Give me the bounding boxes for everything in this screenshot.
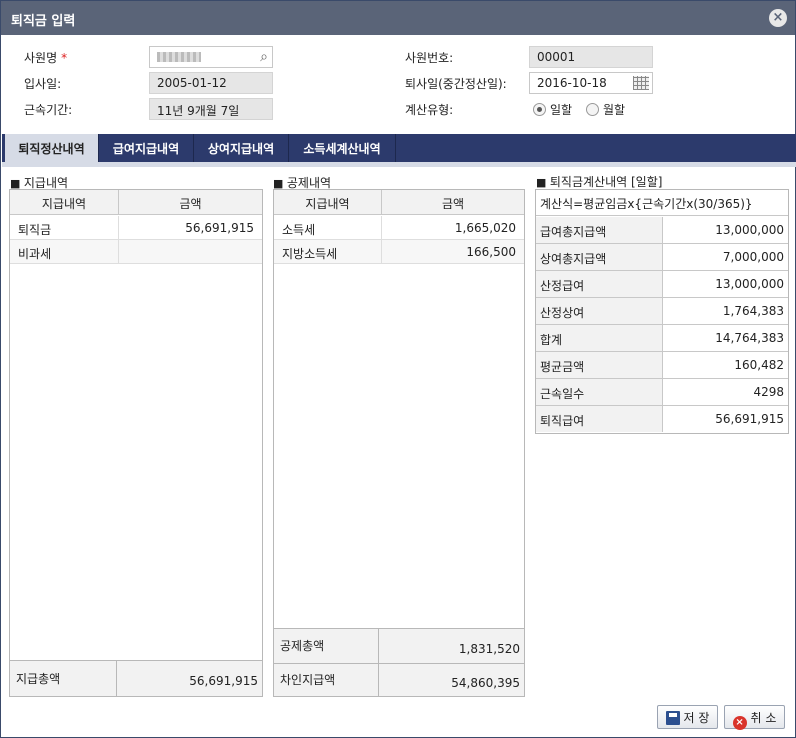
calc-row: 산정급여 13,000,000 xyxy=(536,271,788,298)
calc-row-label: 합계 xyxy=(536,325,663,351)
calc-row-value: 7,000,000 xyxy=(722,250,784,264)
calc-row-label: 급여총지급액 xyxy=(536,217,663,243)
calc-row-value: 13,000,000 xyxy=(715,223,784,237)
tab-retirement-settlement[interactable]: 퇴직정산내역 xyxy=(5,134,99,162)
calc-row: 상여총지급액 7,000,000 xyxy=(536,244,788,271)
deductions-total-value: 1,831,520 xyxy=(458,642,520,656)
calc-row-value: 160,482 xyxy=(734,358,784,372)
tab-bonus-payments[interactable]: 상여지급내역 xyxy=(194,134,289,162)
deductions-row-amount: 1,665,020 xyxy=(381,216,524,240)
calc-row: 평균금액 160,482 xyxy=(536,352,788,379)
retire-date-value: 2016-10-18 xyxy=(537,76,607,90)
calc-row-value: 56,691,915 xyxy=(715,412,784,426)
payments-total-value: 56,691,915 xyxy=(189,674,258,688)
calculation-panel: 계산식=평균임금x{근속기간x(30/365)} 급여총지급액 13,000,0… xyxy=(535,189,789,434)
calc-row: 퇴직급여 56,691,915 xyxy=(536,406,788,433)
cancel-button[interactable]: × 취 소 xyxy=(724,705,785,730)
calc-type-monthly-radio[interactable]: 월할 xyxy=(586,101,625,118)
employee-name-label: 사원명 * xyxy=(24,49,67,66)
deductions-panel: 지급내역 금액 소득세 1,665,020 지방소득세 166,500 공제총액… xyxy=(273,189,525,697)
calc-type-daily-radio[interactable]: 일할 xyxy=(533,101,572,118)
service-period-label: 근속기간: xyxy=(24,103,73,117)
close-icon[interactable]: × xyxy=(769,9,787,27)
cancel-button-label: 취 소 xyxy=(750,711,777,725)
calc-row-label: 근속일수 xyxy=(536,379,663,405)
calc-row-value: 1,764,383 xyxy=(722,304,784,318)
payments-panel: 지급내역 금액 퇴직금 56,691,915 비과세 지급총액 56,691,9… xyxy=(9,189,263,697)
save-button-label: 저 장 xyxy=(683,711,710,725)
required-mark: * xyxy=(61,51,68,65)
save-button[interactable]: 저 장 xyxy=(657,705,718,729)
payments-header-item: 지급내역 xyxy=(10,190,118,215)
calculation-formula: 계산식=평균임금x{근속기간x(30/365)} xyxy=(536,190,788,216)
net-pay-label: 차인지급액 xyxy=(280,673,336,687)
calc-row: 산정상여 1,764,383 xyxy=(536,298,788,325)
deductions-row-name: 지방소득세 xyxy=(274,240,381,264)
retirement-pay-dialog: 퇴직금 입력 × 사원명 * ⌕ 사원번호: 00001 입사일: 2005-01… xyxy=(0,0,796,738)
deductions-header-item: 지급내역 xyxy=(274,190,381,215)
payments-row-name: 퇴직금 xyxy=(10,216,118,240)
payments-total-label: 지급총액 xyxy=(16,672,61,686)
footer-divider xyxy=(116,661,117,697)
dialog-title-bar: 퇴직금 입력 × xyxy=(1,1,795,35)
employee-no-field: 00001 xyxy=(529,46,653,68)
employee-no-label: 사원번호: xyxy=(405,51,454,65)
calc-type-monthly-label: 월할 xyxy=(603,103,626,117)
calc-row-label: 평균금액 xyxy=(536,352,663,378)
hire-date-label: 입사일: xyxy=(24,77,62,91)
payments-footer: 지급총액 56,691,915 xyxy=(10,660,262,697)
payments-row-amount xyxy=(118,240,262,264)
calc-row-value: 13,000,000 xyxy=(715,277,784,291)
deductions-header-amount: 금액 xyxy=(381,190,524,215)
employee-name-label-text: 사원명 xyxy=(24,51,58,65)
deductions-row-name: 소득세 xyxy=(274,216,381,240)
calc-row-label: 상여총지급액 xyxy=(536,244,663,270)
dialog-title: 퇴직금 입력 xyxy=(11,14,76,29)
calendar-icon[interactable] xyxy=(633,76,649,90)
calc-row: 급여총지급액 13,000,000 xyxy=(536,217,788,244)
calc-type-label: 계산유형: xyxy=(405,103,454,117)
cancel-icon: × xyxy=(732,716,747,730)
calc-row: 합계 14,764,383 xyxy=(536,325,788,352)
calc-row-label: 산정급여 xyxy=(536,271,663,297)
net-pay-value: 54,860,395 xyxy=(451,676,520,690)
deductions-total-label: 공제총액 xyxy=(280,639,325,653)
service-period-field: 11년 9개월 7일 xyxy=(149,98,273,120)
payments-header-amount: 금액 xyxy=(118,190,262,215)
tab-income-tax[interactable]: 소득세계산내역 xyxy=(289,134,396,162)
tab-bar: 퇴직정산내역 급여지급내역 상여지급내역 소득세계산내역 xyxy=(2,134,796,162)
tab-salary-payments[interactable]: 급여지급내역 xyxy=(99,134,194,162)
calculation-section-title: 퇴직금계산내역 [일할] xyxy=(536,173,663,190)
radio-checked-icon xyxy=(533,103,546,116)
payments-row-amount: 56,691,915 xyxy=(118,216,262,240)
calc-row-value: 14,764,383 xyxy=(715,331,784,345)
calc-type-daily-label: 일할 xyxy=(550,103,573,117)
payments-row-name: 비과세 xyxy=(10,240,118,264)
retire-date-label: 퇴사일(중간정산일): xyxy=(405,77,507,91)
calc-row: 근속일수 4298 xyxy=(536,379,788,406)
calc-row-label: 퇴직급여 xyxy=(536,406,663,432)
employee-name-input[interactable]: ⌕ xyxy=(149,46,273,68)
tab-content-top xyxy=(2,162,796,167)
search-icon[interactable]: ⌕ xyxy=(260,49,268,65)
calc-row-label: 산정상여 xyxy=(536,298,663,324)
footer-row-divider xyxy=(274,663,524,664)
radio-unchecked-icon xyxy=(586,103,599,116)
calc-row-value: 4298 xyxy=(753,385,784,399)
deductions-footer: 공제총액 1,831,520 차인지급액 54,860,395 xyxy=(274,628,524,697)
retire-date-input[interactable]: 2016-10-18 xyxy=(529,72,653,94)
hire-date-field: 2005-01-12 xyxy=(149,72,273,94)
save-icon xyxy=(665,711,680,725)
deductions-row-amount: 166,500 xyxy=(381,240,524,264)
redacted-name xyxy=(157,52,201,62)
